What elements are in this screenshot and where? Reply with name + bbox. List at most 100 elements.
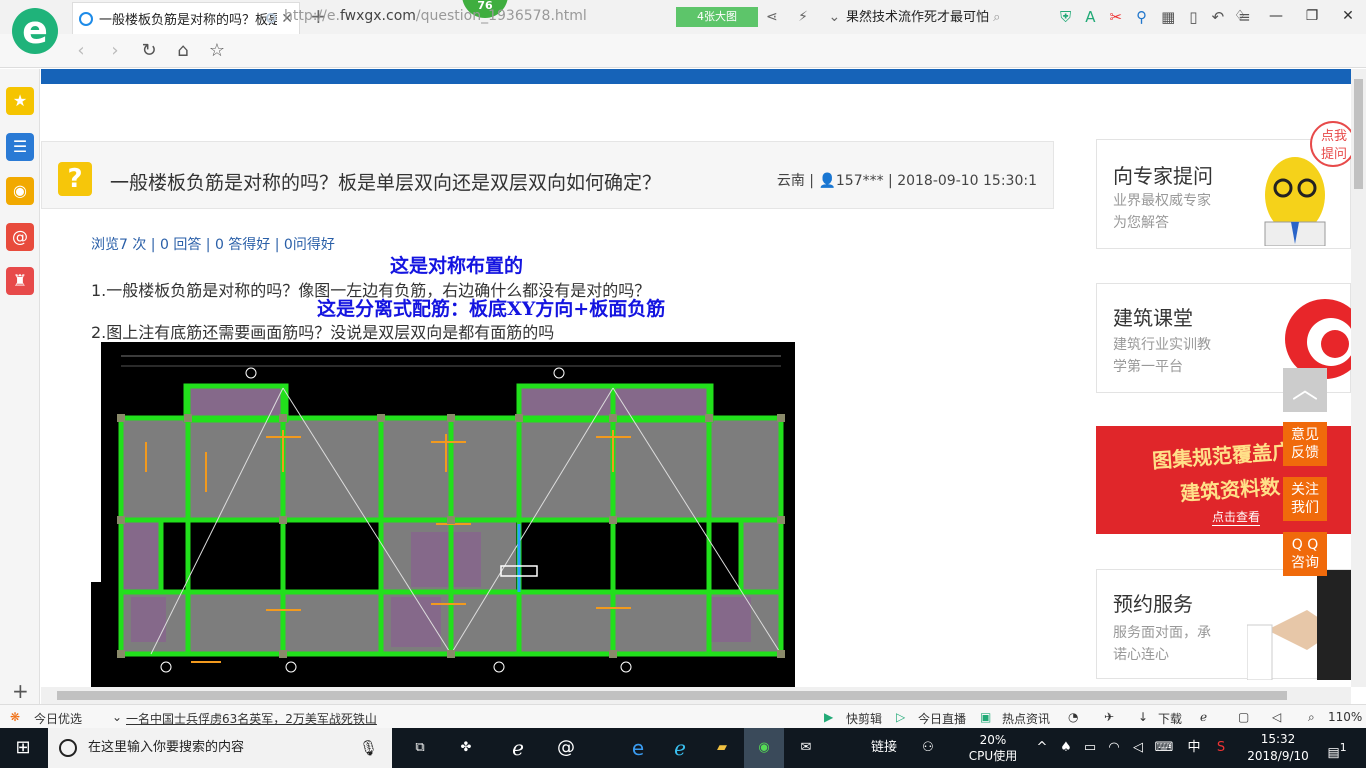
game-icon[interactable]: ♜ (6, 267, 34, 295)
file-explorer-icon[interactable]: ▰ (702, 728, 742, 768)
question-meta: 云南 | 👤157*** | 2018-09-10 15:30:1 (776, 173, 1037, 189)
cpu-meter[interactable]: 20% CPU使用 (962, 728, 1024, 768)
speed-icon[interactable]: ◔ (1068, 710, 1078, 724)
card-title: 向专家提问 (1113, 164, 1213, 188)
big-image-button[interactable]: 4张大图 (676, 7, 758, 27)
cpu-label: CPU使用 (968, 749, 1018, 763)
mail-icon[interactable]: @ (6, 223, 34, 251)
refresh-icon[interactable]: ↻ (132, 40, 166, 61)
link-label[interactable]: 链接 (864, 728, 904, 768)
windows-taskbar: ⊞ 在这里输入你要搜索的内容 🎙 ⧉ ✤ ℯ @ e ℯ ▰ ◉ ✉ 链接 ⚇ … (0, 728, 1366, 768)
wifi-icon[interactable]: ◠ (1104, 728, 1124, 768)
ask-bubble-text[interactable]: 点我 提问 (1321, 128, 1347, 164)
tray-bell-icon[interactable]: ♠ (1056, 728, 1076, 768)
banner-view-button[interactable]: 点击查看 (1212, 508, 1261, 526)
url-domain: fwxgx.com (339, 8, 416, 24)
search-placeholder: 在这里输入你要搜索的内容 (88, 740, 245, 755)
qq-consult-button[interactable]: Q Q 咨询 (1283, 532, 1327, 576)
floor-plan-image[interactable] (91, 342, 795, 687)
minimize-icon[interactable]: — (1258, 0, 1294, 32)
keyboard-icon[interactable]: ⌨ (1152, 728, 1176, 768)
home-icon[interactable]: ⌂ (166, 40, 200, 61)
download-label[interactable]: 下载 (1158, 710, 1182, 727)
volume-icon[interactable]: ◁ (1272, 710, 1281, 724)
ie-mode-icon[interactable]: ℯ (1200, 710, 1207, 724)
fan-app-icon[interactable]: ✤ (446, 728, 486, 768)
expert-ask-card[interactable]: 向专家提问 业界最权威专家 为您解答 点我 提问 (1096, 121, 1351, 249)
translate-icon[interactable]: A (1085, 8, 1095, 26)
notification-count: 1 (1339, 741, 1347, 754)
undo-icon[interactable]: ↶ (1212, 8, 1225, 26)
fast-clip-label[interactable]: 快剪辑 (846, 710, 882, 727)
live-label[interactable]: 今日直播 (918, 710, 966, 727)
appointment-card[interactable]: 预约服务 服务面对面，承 诺心连心 (1096, 569, 1351, 680)
maximize-icon[interactable]: ❐ (1294, 0, 1330, 32)
horizontal-scrollbar[interactable] (41, 687, 1351, 704)
card-desc-1: 业界最权威专家 (1113, 193, 1211, 209)
weibo-icon[interactable]: ◉ (6, 177, 34, 205)
taskbar-search-input[interactable]: 在这里输入你要搜索的内容 🎙 (48, 728, 392, 768)
question-stats[interactable]: 浏览7 次 | 0 回答 | 0 答得好 | 0问得好 (91, 234, 335, 254)
ie-icon[interactable]: ℯ (660, 728, 700, 768)
pin-icon[interactable]: ✈ (1104, 710, 1114, 724)
task-view-icon[interactable]: ⧉ (400, 728, 440, 768)
hot-news-label[interactable]: 热点资讯 (1002, 710, 1050, 727)
browser-logo-icon[interactable]: e (12, 8, 58, 54)
zoom-icon[interactable]: ⌕ (1308, 710, 1315, 725)
active-browser-icon[interactable]: ◉ (744, 728, 784, 768)
chevron-down-icon[interactable]: ⌄ (112, 710, 122, 724)
follow-line-2: 我们 (1291, 500, 1319, 516)
vertical-scrollbar[interactable] (1351, 69, 1366, 687)
news-icon[interactable]: ☰ (6, 133, 34, 161)
window-icon[interactable]: ▢ (1238, 710, 1249, 724)
vertical-scroll-thumb[interactable] (1354, 79, 1363, 189)
card-desc-2: 为您解答 (1113, 215, 1169, 231)
feedback-button[interactable]: 意见 反馈 (1283, 422, 1327, 466)
follow-us-button[interactable]: 关注 我们 (1283, 477, 1327, 521)
battery-icon[interactable]: ▭ (1080, 728, 1100, 768)
scissors-icon[interactable]: ✂ (1110, 8, 1123, 26)
close-window-icon[interactable]: ✕ (1330, 0, 1366, 32)
horizontal-scroll-thumb[interactable] (57, 691, 1287, 700)
live-icon[interactable]: ▷ (896, 710, 905, 724)
url-prefix: http://e. (284, 8, 340, 24)
favorites-star-icon[interactable]: ★ (6, 87, 34, 115)
forward-icon[interactable]: › (98, 40, 132, 61)
magnifier-icon[interactable]: ⚲ (1136, 8, 1147, 26)
search-icon[interactable]: ⌕ (993, 10, 1000, 25)
share-icon[interactable]: ⋖ ⚡ ⌄ (766, 9, 848, 25)
today-pick-icon[interactable]: ❋ (10, 710, 20, 724)
fast-clip-icon[interactable]: ▶ (824, 710, 833, 724)
search-input[interactable]: 果然技术流作死才最可怕 ⌕ (846, 7, 1036, 29)
back-to-top-button[interactable]: ︿ (1283, 368, 1327, 412)
notification-center-icon[interactable]: ▤1 (1322, 728, 1352, 768)
clock[interactable]: 15:32 2018/9/10 (1244, 728, 1312, 768)
favorite-star-icon[interactable]: ☆ (200, 40, 234, 61)
today-pick-label[interactable]: 今日优选 (34, 710, 82, 727)
question-title: 一般楼板负筋是对称的吗？板是单层双向还是双层双向如何确定？ (110, 172, 662, 194)
address-bar[interactable]: http://e.fwxgx.com/question_1936578.html (284, 8, 587, 24)
spiral-app-icon[interactable]: @ (546, 728, 586, 768)
people-icon[interactable]: ⚇ (916, 728, 940, 768)
tray-chevron-icon[interactable]: ^ (1032, 728, 1052, 768)
back-icon[interactable]: ‹ (64, 40, 98, 61)
add-sidebar-icon[interactable]: + (12, 679, 29, 703)
browser-e-icon[interactable]: ℯ (498, 728, 538, 768)
ime-label[interactable]: 中 (1184, 728, 1204, 768)
zoom-level[interactable]: 110% (1328, 710, 1362, 724)
speaker-icon[interactable]: ◁ (1128, 728, 1148, 768)
apps-icon[interactable]: ▦ (1161, 8, 1175, 26)
windows-start-icon[interactable]: ⊞ (8, 728, 38, 768)
microphone-icon[interactable]: 🎙 (359, 728, 378, 768)
sogou-icon[interactable]: S (1210, 728, 1232, 768)
shield-icon[interactable]: ⛨ (1060, 8, 1071, 26)
news-ticker[interactable]: 一名中国士兵俘虏63名英军，2万美军战死铁山 (126, 710, 377, 727)
clock-time: 15:32 (1260, 732, 1296, 746)
edge-icon[interactable]: e (618, 728, 658, 768)
download-icon[interactable]: ↓ (1138, 710, 1148, 724)
menu-icon[interactable]: ≡ (1238, 8, 1251, 26)
tablet-icon[interactable]: ▯ (1189, 8, 1197, 26)
cortana-icon[interactable] (59, 739, 77, 757)
hot-news-icon[interactable]: ▣ (980, 710, 991, 724)
mail-app-icon[interactable]: ✉ (786, 728, 826, 768)
